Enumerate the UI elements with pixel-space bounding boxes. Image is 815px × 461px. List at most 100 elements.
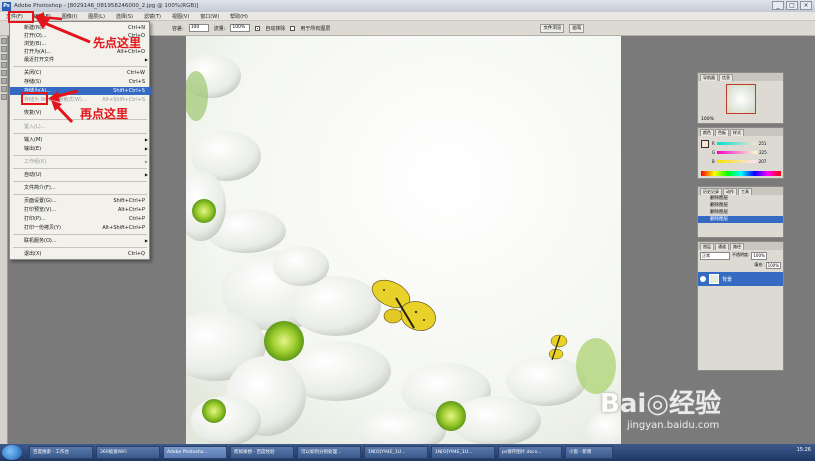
fill-label: 填充: — [754, 262, 764, 267]
move-tool-icon[interactable] — [1, 46, 7, 52]
history-item[interactable]: 删除图层 — [698, 195, 783, 202]
navigator-tab[interactable]: 导航器 — [700, 74, 718, 81]
taskbar-item[interactable]: 1N[O]Y94E_1U... — [364, 446, 428, 459]
menu-item-workgroup[interactable]: 工作组(K) ▶ — [10, 158, 151, 166]
maximize-button[interactable]: □ — [786, 1, 798, 10]
marquee-tool-icon[interactable] — [1, 38, 7, 44]
b-slider[interactable] — [716, 160, 757, 163]
baidu-watermark: Bai◎经验 — [600, 389, 721, 419]
layers-tab[interactable]: 图层 — [700, 243, 714, 250]
tools-tab[interactable]: 工具 — [738, 188, 752, 195]
menu-item-print[interactable]: 打印(P)... Ctrl+P — [10, 215, 151, 223]
opacity-label: 不透明度: — [732, 252, 750, 257]
tolerance-label: 容差: — [172, 25, 184, 32]
r-value[interactable]: 251 — [759, 141, 767, 146]
brushes-tab[interactable]: 画笔 — [569, 23, 585, 33]
toolbox — [0, 36, 8, 444]
layer-name[interactable]: 背景 — [722, 276, 732, 283]
b-value[interactable]: 207 — [759, 159, 767, 164]
taskbar-item[interactable]: 而如果想 - 百度经验 — [230, 446, 294, 459]
all-layers-label: 用于所有图层 — [300, 25, 331, 32]
flow-field[interactable]: 100% — [230, 24, 251, 32]
menu-item-new[interactable]: 新建(N)... Ctrl+N — [10, 24, 151, 32]
opacity-field[interactable]: 100% — [751, 252, 767, 260]
close-button[interactable]: × — [800, 1, 812, 10]
tolerance-field[interactable]: 100 — [188, 24, 209, 32]
r-slider[interactable] — [716, 142, 757, 145]
menu-edit[interactable]: 编辑(E) — [34, 13, 51, 20]
menu-image[interactable]: 图像(I) — [62, 13, 77, 20]
menu-item-save[interactable]: 存储(S) Ctrl+S — [10, 78, 151, 86]
document-canvas[interactable] — [186, 36, 621, 444]
layer-row[interactable]: 背景 — [698, 272, 783, 286]
color-row-r: R 251 — [712, 141, 766, 146]
taskbar-item[interactable]: 1N[O]Y94E_1U... — [431, 446, 495, 459]
menu-item-exit[interactable]: 退出(X) Ctrl+Q — [10, 250, 151, 258]
menu-item-export[interactable]: 输出(E) ▶ — [10, 145, 151, 153]
file-browser-tab[interactable]: 文件浏览 — [540, 23, 565, 33]
paths-tab[interactable]: 路径 — [730, 243, 744, 250]
fill-field[interactable]: 100% — [765, 262, 781, 269]
taskbar-clock[interactable]: 15:26 — [797, 447, 811, 453]
g-value[interactable]: 225 — [759, 150, 767, 155]
title-bar: Ps Adobe Photoshop - [8029146_0819582460… — [0, 0, 815, 12]
navigator-zoom[interactable]: 100% — [701, 117, 714, 122]
menu-help[interactable]: 帮助(H) — [230, 13, 248, 20]
menu-item-close[interactable]: 关闭(C) Ctrl+W — [10, 69, 151, 77]
start-button[interactable] — [2, 445, 22, 460]
menu-item-page-setup[interactable]: 页面设置(G)... Shift+Ctrl+P — [10, 197, 151, 205]
menu-item-print-preview[interactable]: 打印预览(V)... Alt+Ctrl+P — [10, 206, 151, 214]
windows-taskbar: 百度搜索 - 工作台 360极速WiFi Adobe Photosho... 而… — [0, 444, 815, 461]
brush-tool-icon[interactable] — [1, 78, 7, 84]
menu-select[interactable]: 选择(S) — [116, 13, 133, 20]
g-slider[interactable] — [717, 151, 758, 154]
swatches-tab[interactable]: 色板 — [715, 129, 729, 136]
fill-row: 填充: 100% — [698, 262, 783, 269]
history-tab[interactable]: 历史记录 — [700, 188, 722, 195]
navigator-panel: 导航器 信息 100% — [697, 72, 784, 124]
channels-tab[interactable]: 通道 — [715, 243, 729, 250]
taskbar-item-photoshop[interactable]: Adobe Photosho... — [163, 446, 227, 459]
taskbar-item[interactable]: ps保存图片.docx... — [498, 446, 562, 459]
menu-view[interactable]: 视图(V) — [172, 13, 189, 20]
eraser-tool-icon[interactable] — [1, 86, 7, 92]
styles-tab[interactable]: 样式 — [730, 129, 744, 136]
file-menu-highlight-box — [8, 11, 34, 23]
window-controls: _ □ × — [772, 1, 812, 10]
history-item[interactable]: 删除图层 — [698, 202, 783, 209]
wand-tool-icon[interactable] — [1, 62, 7, 68]
taskbar-item[interactable]: 百度搜索 - 工作台 — [29, 446, 93, 459]
all-layers-checkbox[interactable] — [290, 25, 296, 31]
auto-erase-label: 自动抹除 — [265, 25, 286, 32]
eye-icon[interactable] — [700, 276, 706, 282]
menu-item-recent[interactable]: 最近打开文件 ▶ — [10, 56, 151, 64]
minimize-button[interactable]: _ — [772, 1, 784, 10]
menu-window[interactable]: 窗口(W) — [200, 13, 219, 20]
info-tab[interactable]: 信息 — [719, 74, 733, 81]
color-swatch[interactable] — [701, 140, 709, 148]
history-item[interactable]: 删除图层 — [698, 216, 783, 223]
history-item[interactable]: 删除图层 — [698, 209, 783, 216]
baidu-watermark-url: jingyan.baidu.com — [627, 420, 720, 431]
text-tool-icon[interactable] — [1, 94, 7, 100]
menu-item-automate[interactable]: 自动(U) ▶ — [10, 171, 151, 179]
lasso-tool-icon[interactable] — [1, 54, 7, 60]
spectrum-bar[interactable] — [701, 171, 781, 176]
actions-tab[interactable]: 动作 — [723, 188, 737, 195]
color-tab[interactable]: 颜色 — [700, 129, 714, 136]
menu-item-print-one-copy[interactable]: 打印一份拷贝(Y) Alt+Shift+Ctrl+P — [10, 224, 151, 232]
taskbar-item[interactable]: 小窗 · 新增 — [565, 446, 613, 459]
menu-layer[interactable]: 图层(L) — [88, 13, 105, 20]
menu-filter[interactable]: 滤镜(T) — [144, 13, 161, 20]
menu-item-place[interactable]: 置入(L)... — [10, 123, 151, 131]
menu-item-online-services[interactable]: 联机服务(O)... ▶ — [10, 237, 151, 245]
blend-row: 正常 不透明度: 100% — [698, 250, 783, 262]
taskbar-item[interactable]: 可以如何分别处理... — [297, 446, 361, 459]
menu-item-file-info[interactable]: 文件简介(F)... — [10, 184, 151, 192]
auto-erase-checkbox[interactable] — [255, 25, 261, 31]
taskbar-item[interactable]: 360极速WiFi — [96, 446, 160, 459]
crop-tool-icon[interactable] — [1, 70, 7, 76]
blend-mode-select[interactable]: 正常 — [700, 252, 730, 260]
menu-item-import[interactable]: 输入(M) ▶ — [10, 136, 151, 144]
annotation-click-here-first: 先点这里 — [93, 36, 142, 50]
